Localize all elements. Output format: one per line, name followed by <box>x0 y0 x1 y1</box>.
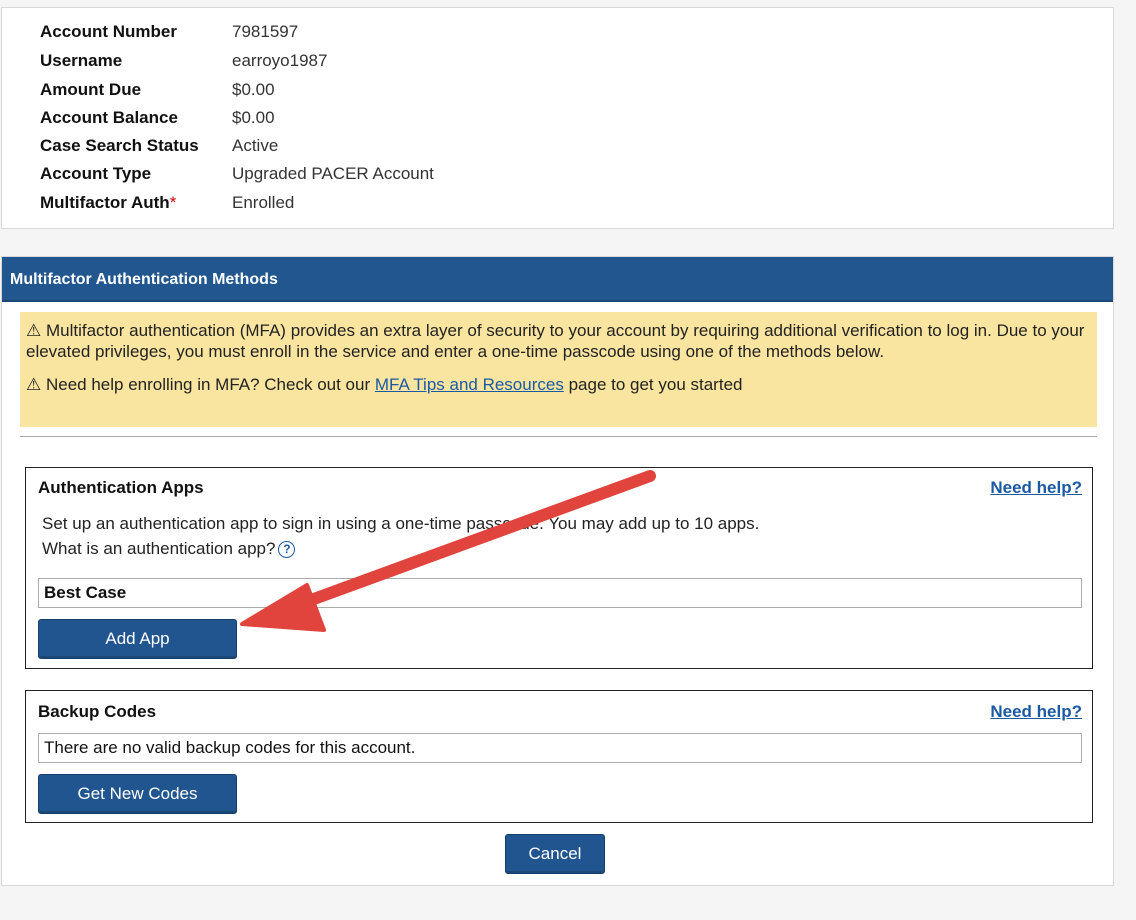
multifactor-auth-label: Multifactor Auth* <box>40 191 230 214</box>
case-search-status-value: Active <box>232 136 279 155</box>
amount-due-value: $0.00 <box>232 80 275 99</box>
section-divider <box>20 436 1097 437</box>
backup-codes-message: There are no valid backup codes for this… <box>38 733 1082 763</box>
question-circle-icon[interactable]: ? <box>278 541 296 559</box>
account-type-value: Upgraded PACER Account <box>232 164 434 183</box>
auth-apps-need-help-link[interactable]: Need help? <box>990 478 1082 498</box>
backup-codes-need-help-link[interactable]: Need help? <box>990 702 1082 722</box>
account-balance-label: Account Balance <box>40 108 178 127</box>
add-app-button[interactable]: Add App <box>38 619 237 659</box>
multifactor-auth-value: Enrolled <box>232 193 295 212</box>
required-asterisk: * <box>169 193 177 212</box>
authentication-apps-section: Authentication Apps Need help? Set up an… <box>25 467 1093 669</box>
mfa-warning-paragraph: ⚠ Multifactor authentication (MFA) provi… <box>26 320 1091 362</box>
mfa-warning-box: ⚠ Multifactor authentication (MFA) provi… <box>20 312 1097 427</box>
mfa-help-text-before: Need help enrolling in MFA? Check out ou… <box>45 375 371 394</box>
authentication-apps-title: Authentication Apps <box>38 478 204 497</box>
auth-apps-description: Set up an authentication app to sign in … <box>42 514 760 533</box>
warning-triangle-icon: ⚠ <box>26 375 42 394</box>
mfa-help-paragraph: ⚠ Need help enrolling in MFA? Check out … <box>26 374 1091 395</box>
mfa-panel-header: Multifactor Authentication Methods <box>2 257 1113 302</box>
mfa-warning-text: Multifactor authentication (MFA) provide… <box>26 321 1085 361</box>
account-number-value: 7981597 <box>232 22 299 41</box>
registered-app-entry: Best Case <box>38 578 1082 608</box>
mfa-help-text-after: page to get you started <box>568 375 743 394</box>
auth-apps-question: What is an authentication app? <box>42 539 276 558</box>
account-balance-value: $0.00 <box>232 108 275 127</box>
username-value: earroyo1987 <box>232 51 328 70</box>
backup-codes-title: Backup Codes <box>38 702 157 721</box>
get-new-codes-button[interactable]: Get New Codes <box>38 774 237 814</box>
mfa-methods-panel: Multifactor Authentication Methods ⚠ Mul… <box>1 256 1114 886</box>
username-label: Username <box>40 51 123 70</box>
account-summary-panel: Account Number 7981597 Username earroyo1… <box>1 7 1114 229</box>
cancel-button[interactable]: Cancel <box>505 834 605 874</box>
warning-triangle-icon: ⚠ <box>26 321 42 340</box>
mfa-tips-link[interactable]: MFA Tips and Resources <box>375 375 564 394</box>
auth-apps-question-row: What is an authentication app?? <box>42 536 296 561</box>
multifactor-auth-label-text: Multifactor Auth <box>40 193 170 212</box>
account-number-label: Account Number <box>40 22 177 41</box>
account-type-label: Account Type <box>40 164 152 183</box>
backup-codes-section: Backup Codes Need help? There are no val… <box>25 690 1093 823</box>
case-search-status-label: Case Search Status <box>40 136 199 155</box>
amount-due-label: Amount Due <box>40 80 142 99</box>
